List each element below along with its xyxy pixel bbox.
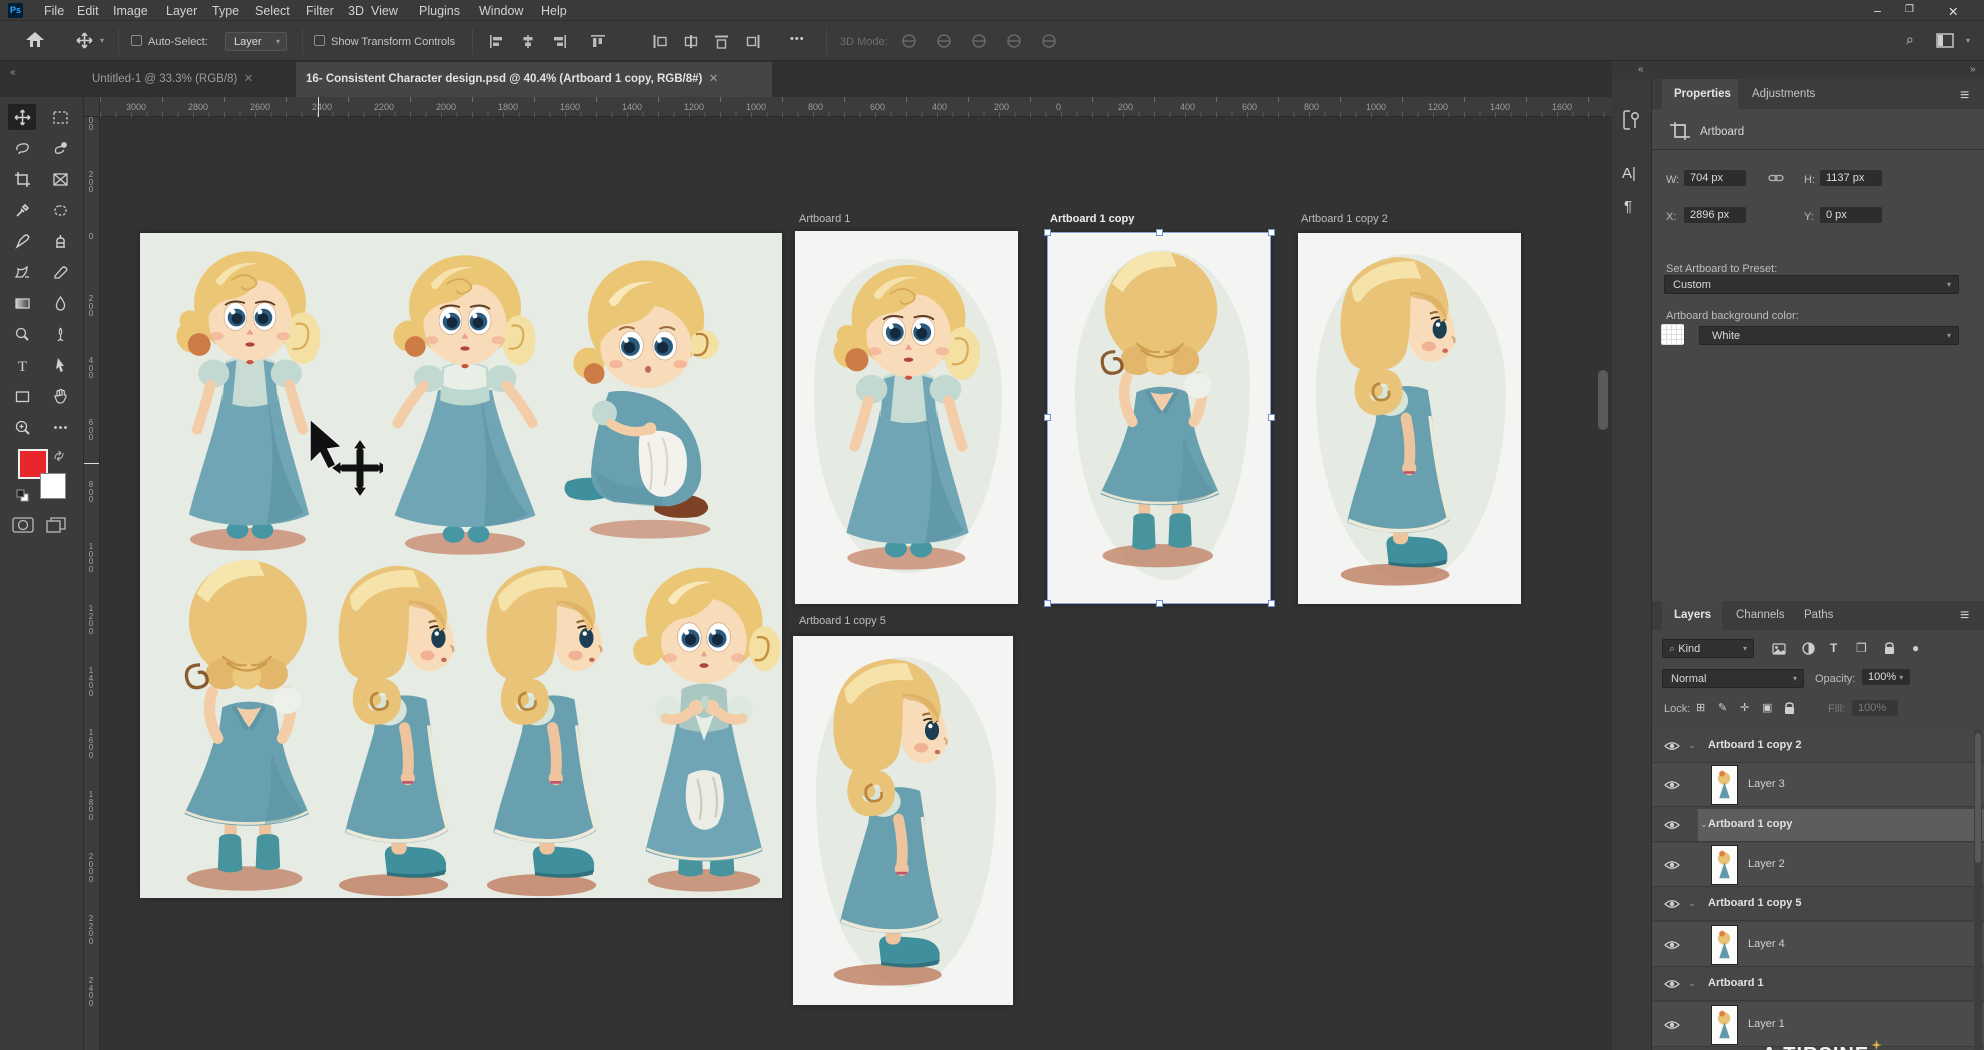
svg-text:T: T — [17, 359, 26, 374]
